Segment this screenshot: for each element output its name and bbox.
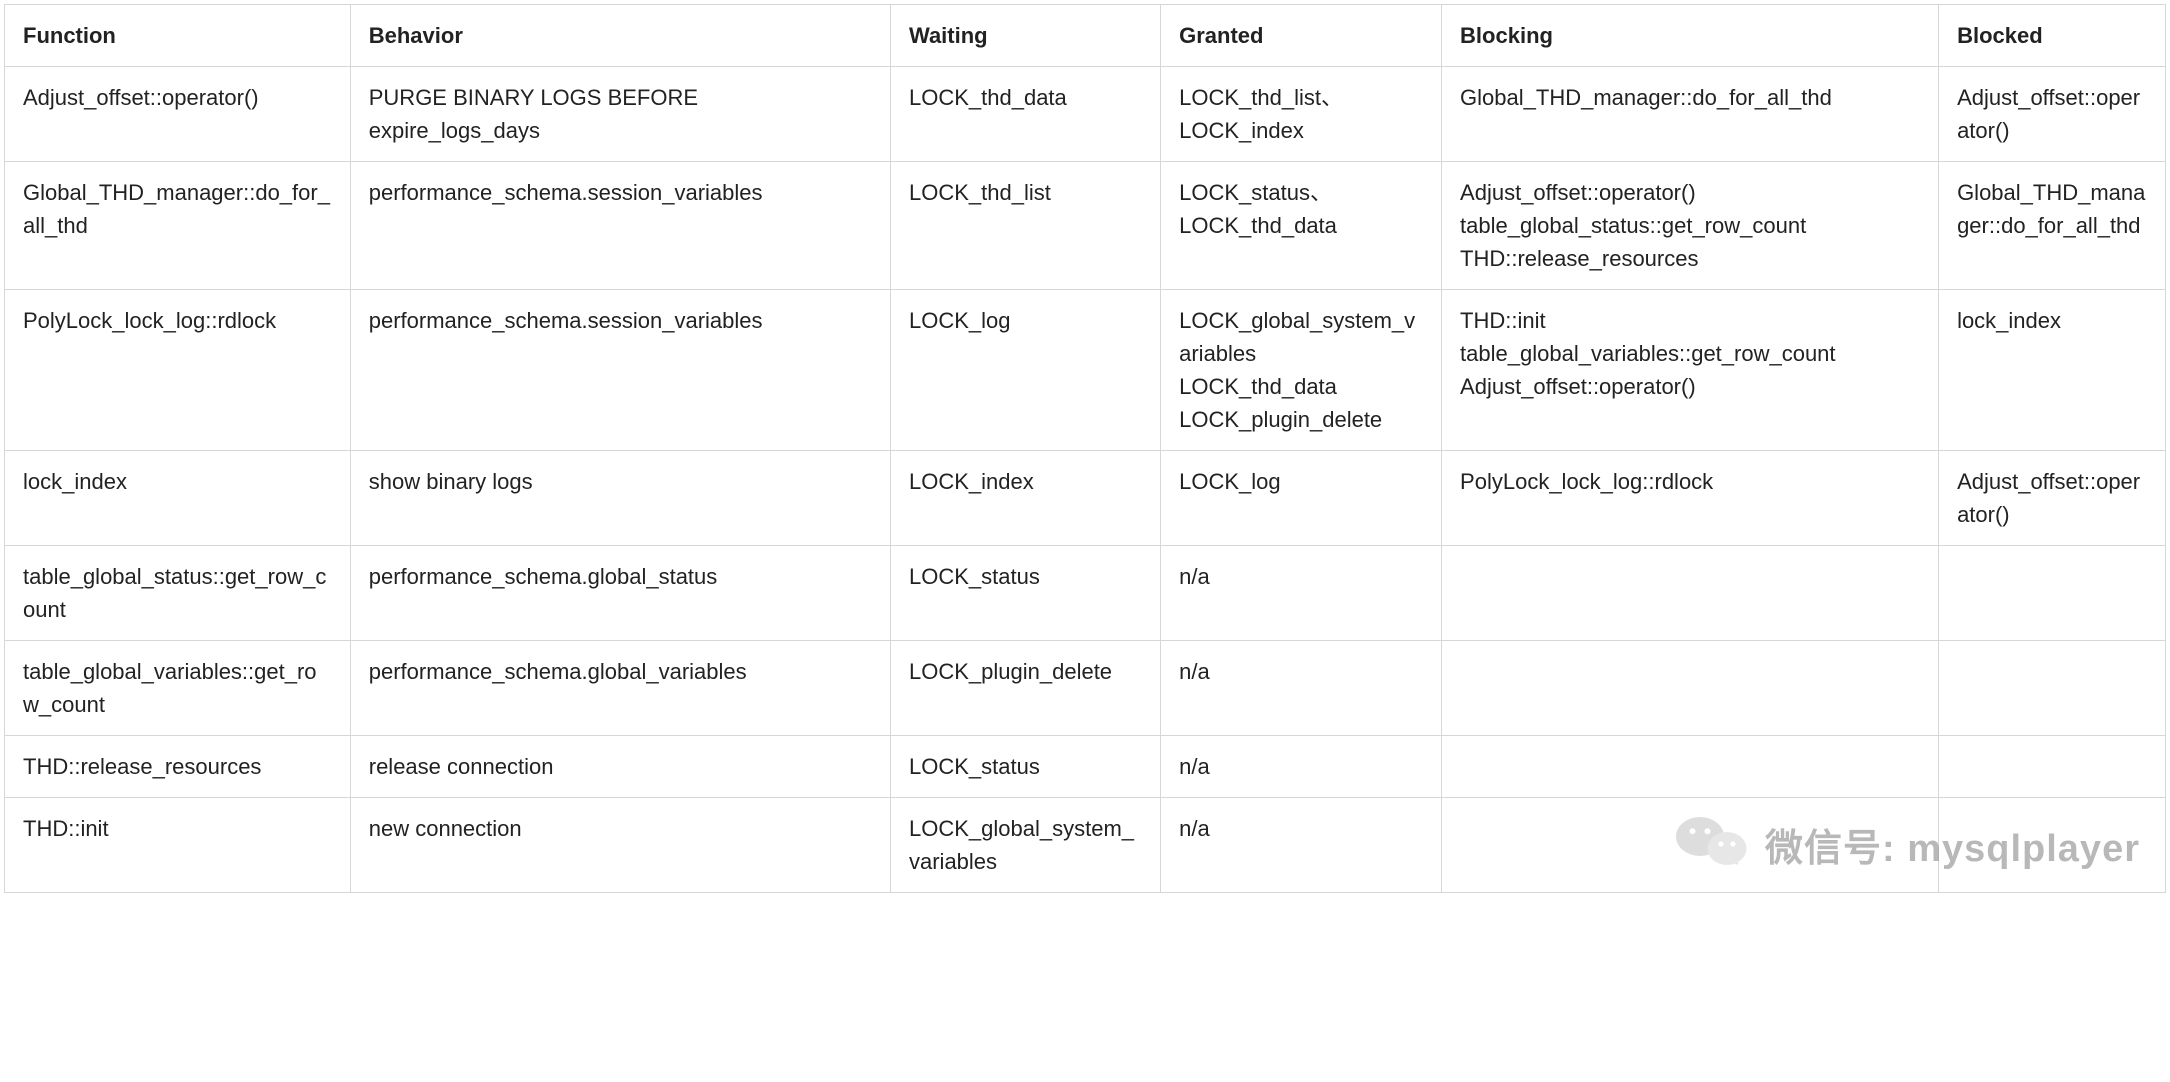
- cell-behavior: performance_schema.global_status: [350, 546, 890, 641]
- cell-blocked: lock_index: [1939, 290, 2166, 451]
- cell-blocking: [1442, 736, 1939, 798]
- table-row: table_global_variables::get_row_count pe…: [5, 641, 2166, 736]
- table-header-row: Function Behavior Waiting Granted Blocki…: [5, 5, 2166, 67]
- cell-blocked: [1939, 546, 2166, 641]
- granted-line: LOCK_plugin_delete: [1179, 403, 1423, 436]
- lock-relationship-table: Function Behavior Waiting Granted Blocki…: [4, 4, 2166, 893]
- column-header-function: Function: [5, 5, 351, 67]
- cell-waiting: LOCK_thd_list: [891, 162, 1161, 290]
- cell-function: Adjust_offset::operator(): [5, 67, 351, 162]
- column-header-blocked: Blocked: [1939, 5, 2166, 67]
- cell-function: table_global_status::get_row_count: [5, 546, 351, 641]
- cell-function: THD::release_resources: [5, 736, 351, 798]
- column-header-blocking: Blocking: [1442, 5, 1939, 67]
- cell-blocking: [1442, 546, 1939, 641]
- cell-behavior: PURGE BINARY LOGS BEFORE expire_logs_day…: [350, 67, 890, 162]
- cell-granted: n/a: [1161, 736, 1442, 798]
- cell-waiting: LOCK_log: [891, 290, 1161, 451]
- cell-blocked: [1939, 641, 2166, 736]
- cell-blocking: [1442, 798, 1939, 893]
- cell-waiting: LOCK_index: [891, 451, 1161, 546]
- cell-blocked: Adjust_offset::operator(): [1939, 451, 2166, 546]
- cell-waiting: LOCK_global_system_variables: [891, 798, 1161, 893]
- cell-function: lock_index: [5, 451, 351, 546]
- cell-blocked: [1939, 736, 2166, 798]
- cell-granted: n/a: [1161, 798, 1442, 893]
- cell-behavior: new connection: [350, 798, 890, 893]
- cell-function: THD::init: [5, 798, 351, 893]
- cell-granted: LOCK_thd_list、LOCK_index: [1161, 67, 1442, 162]
- cell-behavior: performance_schema.global_variables: [350, 641, 890, 736]
- cell-behavior: performance_schema.session_variables: [350, 290, 890, 451]
- column-header-granted: Granted: [1161, 5, 1442, 67]
- granted-line: LOCK_thd_data: [1179, 370, 1423, 403]
- blocking-line: THD::init: [1460, 304, 1920, 337]
- cell-granted: n/a: [1161, 641, 1442, 736]
- blocking-line: table_global_variables::get_row_count: [1460, 337, 1920, 370]
- cell-function: table_global_variables::get_row_count: [5, 641, 351, 736]
- table-row: PolyLock_lock_log::rdlock performance_sc…: [5, 290, 2166, 451]
- cell-blocking: [1442, 641, 1939, 736]
- blocking-line: Adjust_offset::operator(): [1460, 176, 1920, 209]
- cell-waiting: LOCK_thd_data: [891, 67, 1161, 162]
- cell-blocked: Global_THD_manager::do_for_all_thd: [1939, 162, 2166, 290]
- cell-waiting: LOCK_status: [891, 736, 1161, 798]
- cell-blocked: [1939, 798, 2166, 893]
- cell-granted: LOCK_log: [1161, 451, 1442, 546]
- blocking-line: table_global_status::get_row_count: [1460, 209, 1920, 242]
- table-row: Adjust_offset::operator() PURGE BINARY L…: [5, 67, 2166, 162]
- cell-granted: LOCK_global_system_variables LOCK_thd_da…: [1161, 290, 1442, 451]
- cell-behavior: performance_schema.session_variables: [350, 162, 890, 290]
- column-header-waiting: Waiting: [891, 5, 1161, 67]
- table-row: THD::init new connection LOCK_global_sys…: [5, 798, 2166, 893]
- cell-blocked: Adjust_offset::operator(): [1939, 67, 2166, 162]
- column-header-behavior: Behavior: [350, 5, 890, 67]
- table-row: Global_THD_manager::do_for_all_thd perfo…: [5, 162, 2166, 290]
- cell-blocking: Global_THD_manager::do_for_all_thd: [1442, 67, 1939, 162]
- blocking-line: THD::release_resources: [1460, 242, 1920, 275]
- cell-behavior: release connection: [350, 736, 890, 798]
- cell-waiting: LOCK_status: [891, 546, 1161, 641]
- cell-waiting: LOCK_plugin_delete: [891, 641, 1161, 736]
- cell-granted: n/a: [1161, 546, 1442, 641]
- cell-granted: LOCK_status、LOCK_thd_data: [1161, 162, 1442, 290]
- cell-behavior: show binary logs: [350, 451, 890, 546]
- table-row: lock_index show binary logs LOCK_index L…: [5, 451, 2166, 546]
- table-row: THD::release_resources release connectio…: [5, 736, 2166, 798]
- cell-blocking: THD::init table_global_variables::get_ro…: [1442, 290, 1939, 451]
- cell-blocking: Adjust_offset::operator() table_global_s…: [1442, 162, 1939, 290]
- granted-line: LOCK_global_system_variables: [1179, 304, 1423, 370]
- table-row: table_global_status::get_row_count perfo…: [5, 546, 2166, 641]
- cell-function: PolyLock_lock_log::rdlock: [5, 290, 351, 451]
- blocking-line: Adjust_offset::operator(): [1460, 370, 1920, 403]
- cell-function: Global_THD_manager::do_for_all_thd: [5, 162, 351, 290]
- cell-blocking: PolyLock_lock_log::rdlock: [1442, 451, 1939, 546]
